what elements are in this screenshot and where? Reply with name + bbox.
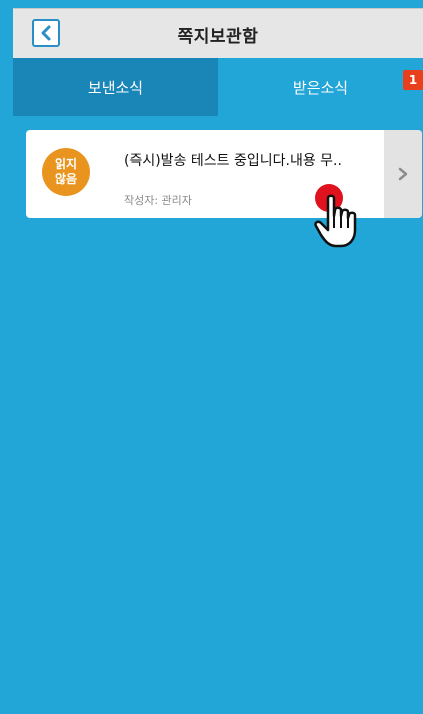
open-message-button[interactable] xyxy=(384,130,422,218)
header-bar: 쪽지보관함 xyxy=(13,8,423,59)
message-author: 작성자: 관리자 xyxy=(124,194,192,207)
tab-sent-label: 보낸소식 xyxy=(87,78,144,97)
tab-received-label: 받은소식 xyxy=(292,78,349,97)
unread-count-badge: 1 xyxy=(403,70,423,90)
chevron-left-icon xyxy=(41,25,51,41)
unread-status-badge: 읽지 않음 xyxy=(42,148,90,196)
message-title: (즉시)발송 테스트 중입니다.내용 무.. xyxy=(124,153,342,169)
tab-bar: 보낸소식 받은소식 1 xyxy=(13,58,423,116)
page-title: 쪽지보관함 xyxy=(177,26,259,47)
tab-received[interactable]: 받은소식 1 xyxy=(218,58,423,116)
status-line-2: 않음 xyxy=(54,172,78,186)
pointer-hand-icon xyxy=(314,194,357,248)
back-button[interactable] xyxy=(32,19,60,47)
chevron-right-icon xyxy=(398,167,408,181)
app-screen: 쪽지보관함 보낸소식 받은소식 1 읽지 않음 (즉시)발송 테스트 중입니다.… xyxy=(13,8,423,714)
message-list-item[interactable]: 읽지 않음 (즉시)발송 테스트 중입니다.내용 무.. 작성자: 관리자 xyxy=(26,130,422,218)
status-line-1: 읽지 xyxy=(54,157,78,171)
tab-sent[interactable]: 보낸소식 xyxy=(13,58,218,116)
